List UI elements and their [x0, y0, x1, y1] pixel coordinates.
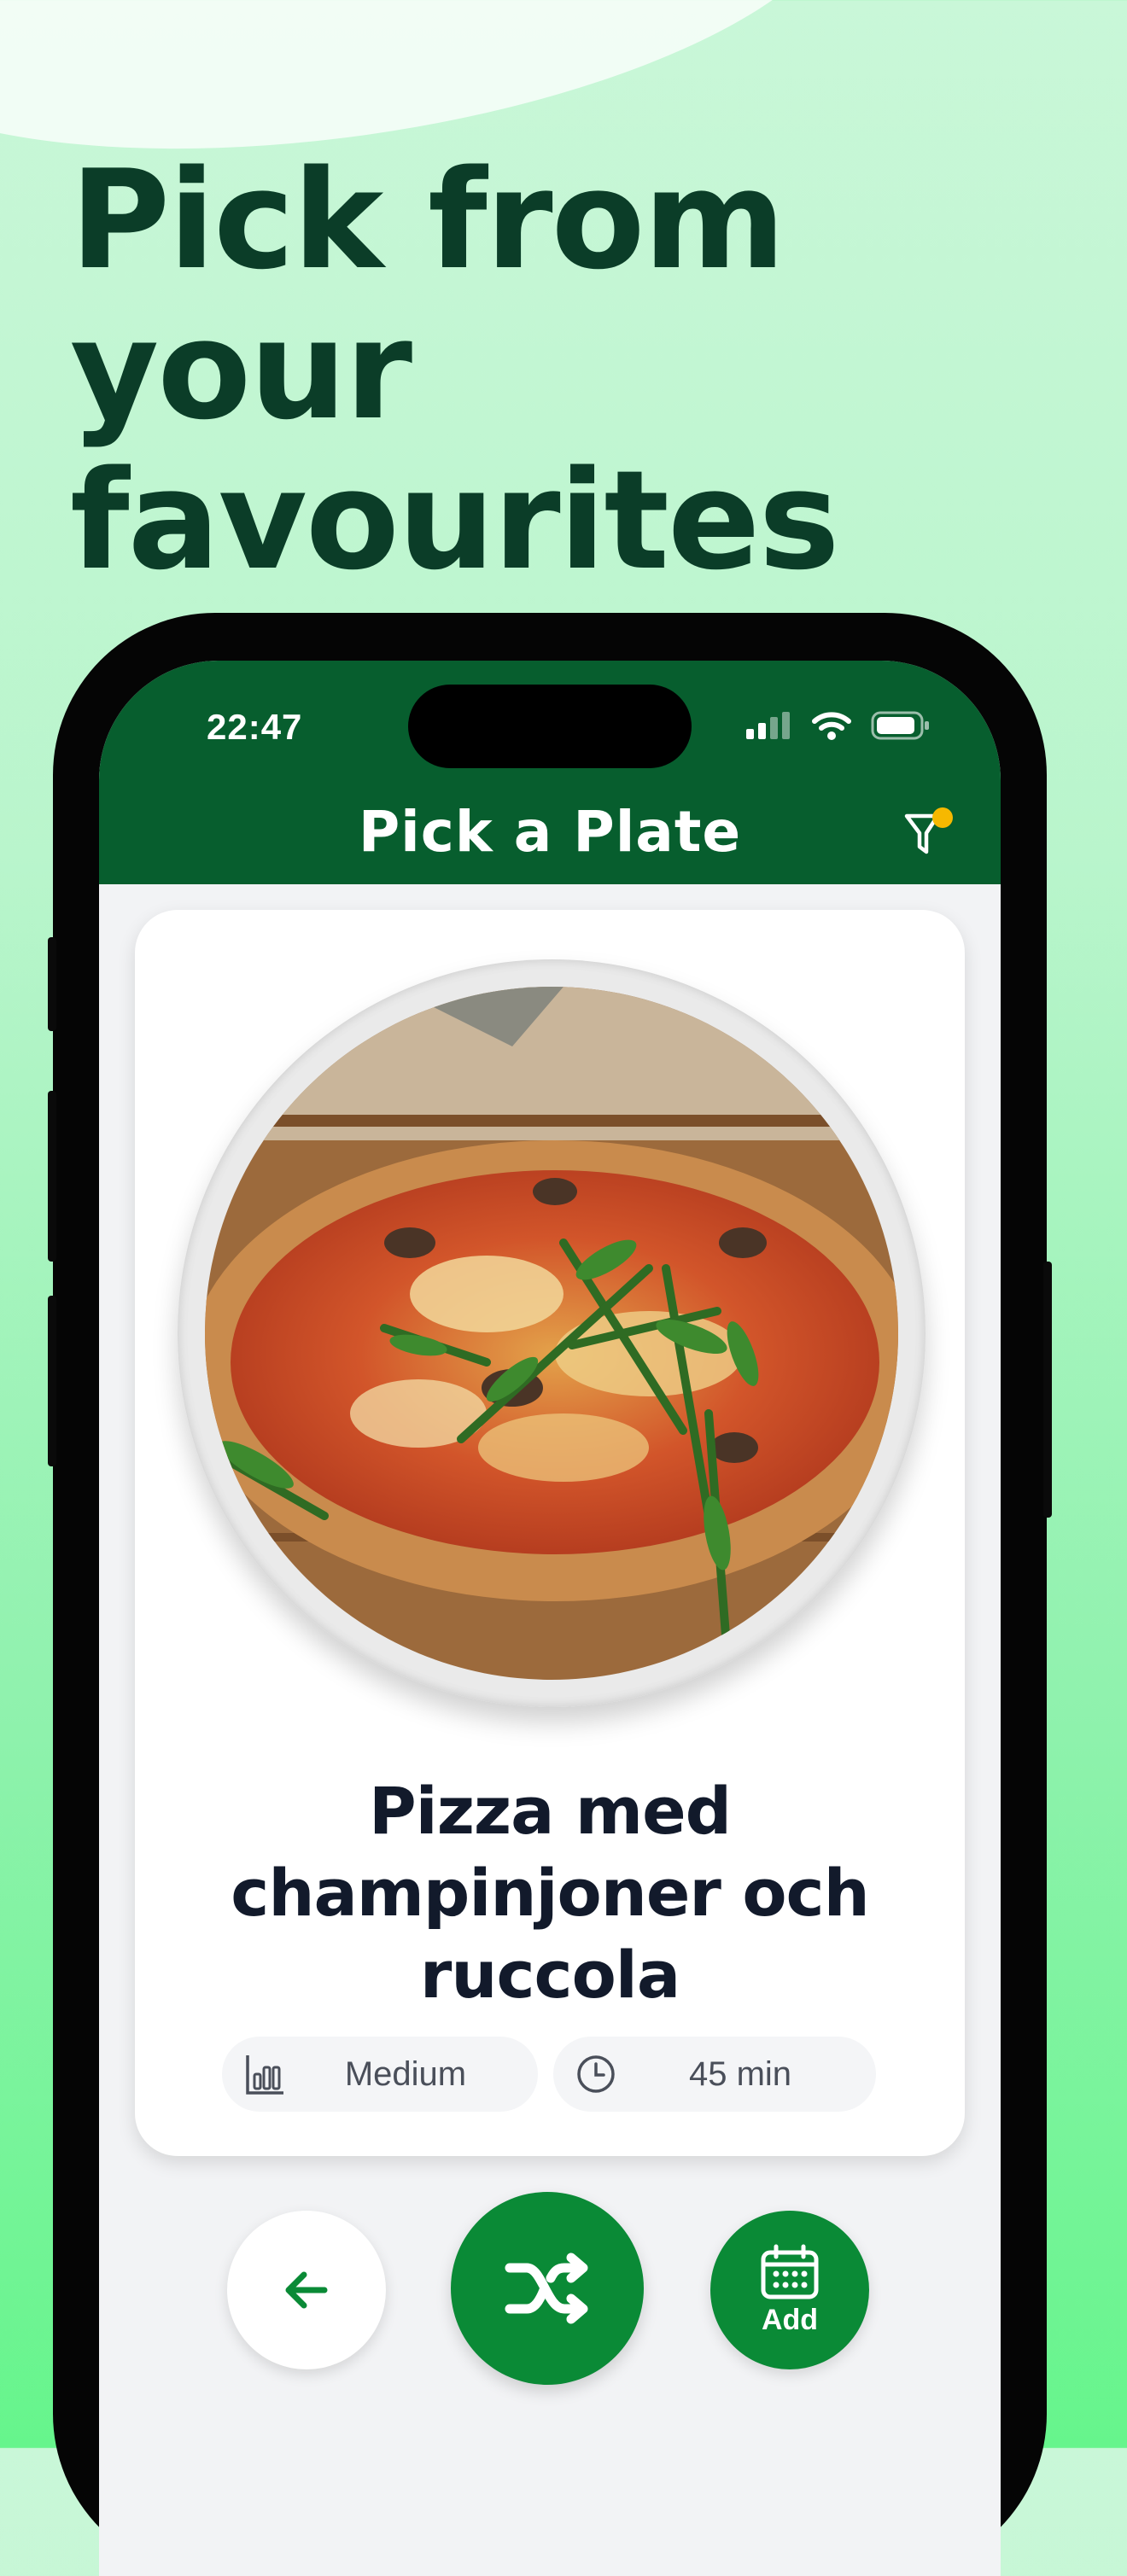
status-time: 22:47 — [207, 707, 303, 747]
wifi-icon — [812, 712, 851, 740]
marketing-headline: Pick from your favourites — [70, 145, 1127, 596]
phone-volume-up-button — [48, 1091, 56, 1262]
recipe-photo — [205, 987, 898, 1680]
recipe-title-line-1: Pizza med — [368, 1773, 732, 1849]
time-label: 45 min — [688, 2054, 792, 2093]
back-button[interactable] — [227, 2211, 386, 2369]
time-pill: 45 min — [553, 2037, 876, 2112]
difficulty-pill: Medium — [222, 2037, 538, 2112]
filter-icon — [904, 807, 953, 854]
plate-frame — [178, 959, 926, 1707]
phone-power-button — [1043, 1262, 1052, 1518]
arrow-left-icon — [285, 2271, 328, 2309]
pizza-image — [205, 987, 898, 1680]
dynamic-island — [408, 685, 692, 768]
shuffle-icon — [505, 2253, 588, 2324]
phone-screen: 22:47 Pick a Plate Pizza med champinjone… — [99, 661, 1001, 2576]
status-icons — [746, 710, 931, 741]
headline-line-2: favourites — [70, 440, 840, 600]
phone-frame: 22:47 Pick a Plate Pizza med champinjone… — [48, 613, 1052, 2576]
recipe-card[interactable]: Pizza med champinjoner och ruccola Mediu… — [135, 910, 965, 2156]
phone-side-button — [48, 937, 56, 1031]
headline-line-1: Pick from your — [70, 140, 785, 450]
action-bar: Add — [99, 2192, 1001, 2405]
phone-volume-down-button — [48, 1296, 56, 1466]
calendar-icon — [761, 2244, 819, 2299]
recipe-title-line-2: champinjoner och — [231, 1855, 869, 1931]
difficulty-label: Medium — [344, 2054, 467, 2093]
battery-icon — [871, 711, 929, 740]
recipe-title-line-3: ruccola — [419, 1937, 680, 2013]
cellular-signal-icon — [746, 712, 790, 739]
add-to-calendar-button[interactable]: Add — [710, 2211, 869, 2369]
add-label: Add — [761, 2303, 819, 2336]
app-title: Pick a Plate — [358, 799, 742, 865]
shuffle-button[interactable] — [451, 2192, 644, 2385]
filter-button[interactable] — [902, 804, 961, 864]
recipe-title: Pizza med champinjoner och ruccola — [169, 1770, 931, 2016]
app-header: 22:47 Pick a Plate — [99, 661, 1001, 884]
